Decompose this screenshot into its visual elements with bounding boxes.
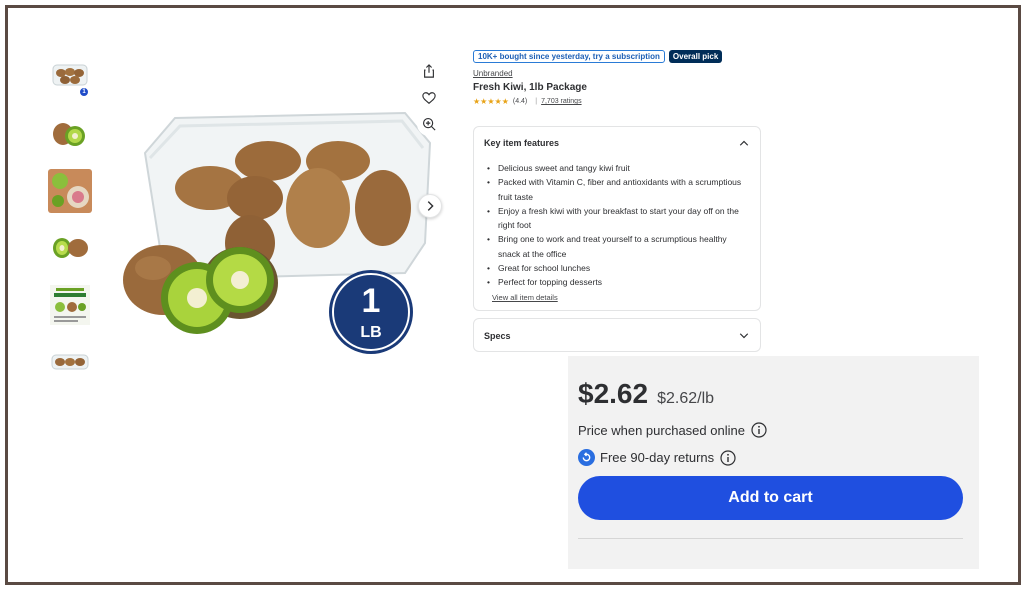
key-features-card: Key item features Delicious sweet and ta… — [473, 126, 761, 311]
package-badge-unit: LB — [360, 324, 381, 341]
feature-item: Packed with Vitamin C, fiber and antioxi… — [484, 175, 750, 204]
price-row: $2.62 $2.62/lb — [578, 378, 714, 410]
product-title: Fresh Kiwi, 1lb Package — [473, 82, 587, 93]
feature-item: Great for school lunches — [484, 261, 750, 276]
kiwi-sliced-thumb-image — [53, 238, 88, 258]
rating-separator: | — [535, 98, 538, 105]
key-features-header[interactable]: Key item features — [474, 127, 760, 149]
green-kiwi-info-thumb-image — [50, 285, 90, 325]
thumbnail-list: 1 — [47, 54, 93, 396]
zoom-button[interactable] — [417, 112, 441, 136]
main-product-image[interactable]: 1 LB — [105, 58, 445, 384]
zoom-in-icon — [423, 118, 436, 131]
online-price-note: Price when purchased online — [578, 422, 767, 438]
thumbnail-6[interactable] — [47, 339, 93, 385]
thumbnail-badge: 1 — [79, 87, 89, 97]
specs-card[interactable]: Specs — [473, 318, 761, 352]
favorite-button[interactable] — [417, 86, 441, 110]
thumbnail-3[interactable] — [47, 168, 93, 214]
subscription-tag[interactable]: 10K+ bought since yesterday, try a subsc… — [473, 50, 665, 63]
share-button[interactable] — [417, 59, 441, 83]
view-all-details-link[interactable]: View all item details — [474, 293, 760, 302]
divider — [578, 538, 963, 539]
info-icon[interactable] — [751, 422, 767, 438]
package-badge-number: 1 — [362, 282, 381, 320]
thumbnail-4[interactable] — [47, 225, 93, 271]
kiwi-package-image: 1 LB — [123, 111, 432, 354]
product-info: 10K+ bought since yesterday, try a subsc… — [473, 50, 763, 106]
next-image-button[interactable] — [418, 194, 442, 218]
brand-link[interactable]: Unbranded — [473, 69, 763, 78]
share-icon — [424, 64, 434, 78]
star-rating: ★★★★★ — [473, 97, 509, 106]
returns-note: Free 90-day returns — [578, 449, 736, 466]
thumbnail-5[interactable] — [47, 282, 93, 328]
feature-item: Perfect for topping desserts — [484, 275, 750, 290]
chevron-up-icon[interactable] — [738, 137, 750, 149]
features-list: Delicious sweet and tangy kiwi fruit Pac… — [474, 149, 760, 290]
kiwi-halves-thumb-image — [53, 123, 85, 146]
thumbnail-1[interactable]: 1 — [47, 54, 93, 100]
buy-box: $2.62 $2.62/lb Price when purchased onli… — [568, 356, 979, 569]
key-features-heading: Key item features — [484, 138, 560, 148]
returns-icon — [578, 449, 595, 466]
chevron-down-icon[interactable] — [738, 330, 750, 342]
feature-item: Enjoy a fresh kiwi with your breakfast t… — [484, 204, 750, 233]
online-price-label: Price when purchased online — [578, 422, 745, 438]
specs-heading: Specs — [484, 331, 511, 341]
heart-icon — [422, 92, 436, 104]
add-to-cart-button[interactable]: Add to cart — [578, 476, 963, 520]
info-icon[interactable] — [720, 449, 736, 466]
unit-price: $2.62/lb — [657, 390, 715, 407]
thumbnail-2[interactable] — [47, 111, 93, 157]
kiwi-package-side-thumb-image — [51, 354, 89, 370]
rating-row: ★★★★★ (4.4) | 7,703 ratings — [473, 97, 763, 106]
feature-item: Delicious sweet and tangy kiwi fruit — [484, 161, 750, 176]
feature-item: Bring one to work and treat yourself to … — [484, 232, 750, 261]
chevron-right-icon — [427, 201, 434, 211]
returns-label: Free 90-day returns — [600, 450, 715, 465]
specs-header[interactable]: Specs — [474, 319, 760, 342]
kiwi-dish-thumb-image — [48, 169, 92, 213]
ratings-count-link[interactable]: 7,703 ratings — [541, 98, 581, 105]
rating-value: (4.4) — [512, 98, 528, 105]
price: $2.62 — [578, 378, 649, 409]
product-tags: 10K+ bought since yesterday, try a subsc… — [473, 50, 763, 63]
overall-pick-tag: Overall pick — [668, 50, 723, 63]
